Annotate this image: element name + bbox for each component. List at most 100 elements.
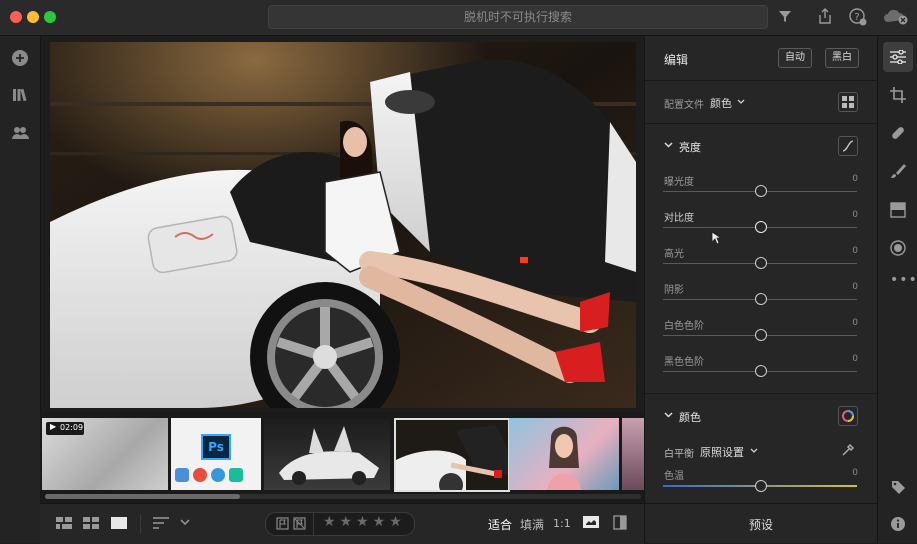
highlights-label: 高光 <box>664 249 684 260</box>
reject-flag-icon[interactable] <box>293 517 306 530</box>
panel-title: 编辑 <box>664 53 689 67</box>
app-icons-row <box>175 468 257 484</box>
temp-label: 色温 <box>664 471 684 482</box>
color-section-title[interactable]: 颜色 <box>679 409 701 425</box>
healing-icon[interactable] <box>890 125 906 141</box>
main-photo[interactable] <box>50 42 636 408</box>
left-rail <box>0 36 41 543</box>
zoom-1to1-button[interactable]: 1:1 <box>553 517 571 530</box>
chevron-down-icon[interactable] <box>750 448 758 454</box>
svg-text:?: ? <box>854 12 859 23</box>
help-icon[interactable]: ? <box>849 8 867 26</box>
rating-group: ★★★★★ <box>265 512 415 536</box>
color-mixer-button[interactable] <box>838 406 858 426</box>
blacks-label: 黑色色阶 <box>664 357 704 368</box>
divider <box>645 80 878 81</box>
cloud-sync-icon[interactable] <box>883 9 909 25</box>
shadows-slider-knob[interactable] <box>755 293 767 305</box>
filmstrip-thumb-car[interactable] <box>264 418 390 490</box>
temp-value[interactable]: 0 <box>852 468 858 478</box>
more-icon[interactable]: ••• <box>890 272 917 288</box>
color-wheel-icon <box>842 410 854 422</box>
radial-gradient-icon[interactable] <box>890 240 906 256</box>
search-input[interactable]: 脱机时不可执行搜索 <box>268 5 768 29</box>
pick-flag-icon[interactable] <box>276 517 289 530</box>
temp-slider-knob[interactable] <box>755 480 767 492</box>
people-icon[interactable] <box>11 124 29 142</box>
filmstrip-thumb-selected[interactable] <box>394 418 510 492</box>
auto-button-label: 自动 <box>785 52 805 63</box>
edit-tool-active[interactable] <box>883 42 913 72</box>
eyedropper-icon[interactable] <box>841 443 855 457</box>
profile-label: 配置文件 <box>664 100 704 111</box>
divider <box>140 514 141 534</box>
detail-view-icon[interactable] <box>111 517 127 529</box>
whites-label: 白色色阶 <box>664 321 704 332</box>
tone-curve-button[interactable] <box>838 136 858 156</box>
sliders-icon <box>890 50 906 64</box>
add-icon[interactable] <box>11 49 29 67</box>
profile-browser-button[interactable] <box>838 92 858 112</box>
whites-value[interactable]: 0 <box>852 318 858 328</box>
light-section-title[interactable]: 亮度 <box>679 139 701 155</box>
filmstrip-thumb-portrait[interactable] <box>509 418 619 490</box>
split-view-icon[interactable] <box>613 515 627 530</box>
filmstrip-thumb-ps[interactable]: Ps <box>171 418 261 490</box>
square-grid-icon[interactable] <box>56 517 72 529</box>
compare-icon[interactable] <box>583 516 599 530</box>
crop-icon[interactable] <box>890 87 906 103</box>
minimize-window-button[interactable] <box>27 11 39 23</box>
profile-dropdown[interactable]: 颜色 <box>710 95 732 111</box>
share-icon[interactable] <box>818 8 832 24</box>
chevron-down-icon[interactable] <box>737 99 745 105</box>
brush-icon[interactable] <box>890 163 906 179</box>
exposure-value[interactable]: 0 <box>852 174 858 184</box>
play-icon: ▶ <box>50 422 57 431</box>
shadows-value[interactable]: 0 <box>852 282 858 292</box>
curve-icon <box>842 140 854 152</box>
white-balance-dropdown[interactable]: 原照设置 <box>700 444 744 460</box>
linear-gradient-icon[interactable] <box>890 202 906 218</box>
filmstrip-thumb-video[interactable]: ▶ 02:09 <box>42 418 168 490</box>
whites-slider-knob[interactable] <box>755 329 767 341</box>
white-balance-label: 白平衡 <box>664 449 694 460</box>
tag-icon[interactable] <box>891 480 906 495</box>
presets-button[interactable]: 预设 <box>749 516 773 533</box>
photoshop-icon: Ps <box>201 434 231 460</box>
video-badge: ▶ 02:09 <box>46 422 84 435</box>
filmstrip-scroll-thumb[interactable] <box>45 494 240 499</box>
close-window-button[interactable] <box>10 11 22 23</box>
exposure-slider-knob[interactable] <box>755 185 767 197</box>
photo-grid-icon[interactable] <box>83 517 99 529</box>
chevron-down-icon[interactable] <box>664 142 673 149</box>
edit-panel: 编辑 自动 黑白 配置文件 颜色 亮度 曝光度 0 对比度 0 高光 0 阴影 … <box>644 36 878 543</box>
contrast-value[interactable]: 0 <box>852 210 858 220</box>
bw-button-label: 黑白 <box>832 52 852 63</box>
bw-button[interactable]: 黑白 <box>825 48 859 68</box>
zoom-fit-button[interactable]: 适合 <box>488 516 512 533</box>
exposure-label: 曝光度 <box>664 177 694 188</box>
filmstrip: ▶ 02:09 Ps <box>40 412 644 502</box>
zoom-window-button[interactable] <box>44 11 56 23</box>
chevron-down-icon[interactable] <box>180 519 190 526</box>
grid-icon <box>842 96 854 108</box>
library-icon[interactable] <box>11 86 29 104</box>
highlights-slider-knob[interactable] <box>755 257 767 269</box>
auto-button[interactable]: 自动 <box>778 48 812 68</box>
zoom-fill-button[interactable]: 填满 <box>520 516 544 533</box>
sort-icon[interactable] <box>153 517 169 529</box>
info-icon[interactable] <box>890 516 906 532</box>
search-placeholder: 脱机时不可执行搜索 <box>463 10 572 24</box>
filmstrip-thumb-partial[interactable] <box>622 418 644 490</box>
contrast-label: 对比度 <box>664 213 694 224</box>
title-bar: 脱机时不可执行搜索 ? <box>0 0 917 36</box>
highlights-value[interactable]: 0 <box>852 246 858 256</box>
divider <box>645 123 878 124</box>
star-rating[interactable]: ★★★★★ <box>323 514 406 530</box>
blacks-value[interactable]: 0 <box>852 354 858 364</box>
filter-icon[interactable] <box>778 10 792 23</box>
contrast-slider-knob[interactable] <box>755 221 767 233</box>
blacks-slider-knob[interactable] <box>755 365 767 377</box>
chevron-down-icon[interactable] <box>664 412 673 419</box>
divider <box>645 503 878 504</box>
